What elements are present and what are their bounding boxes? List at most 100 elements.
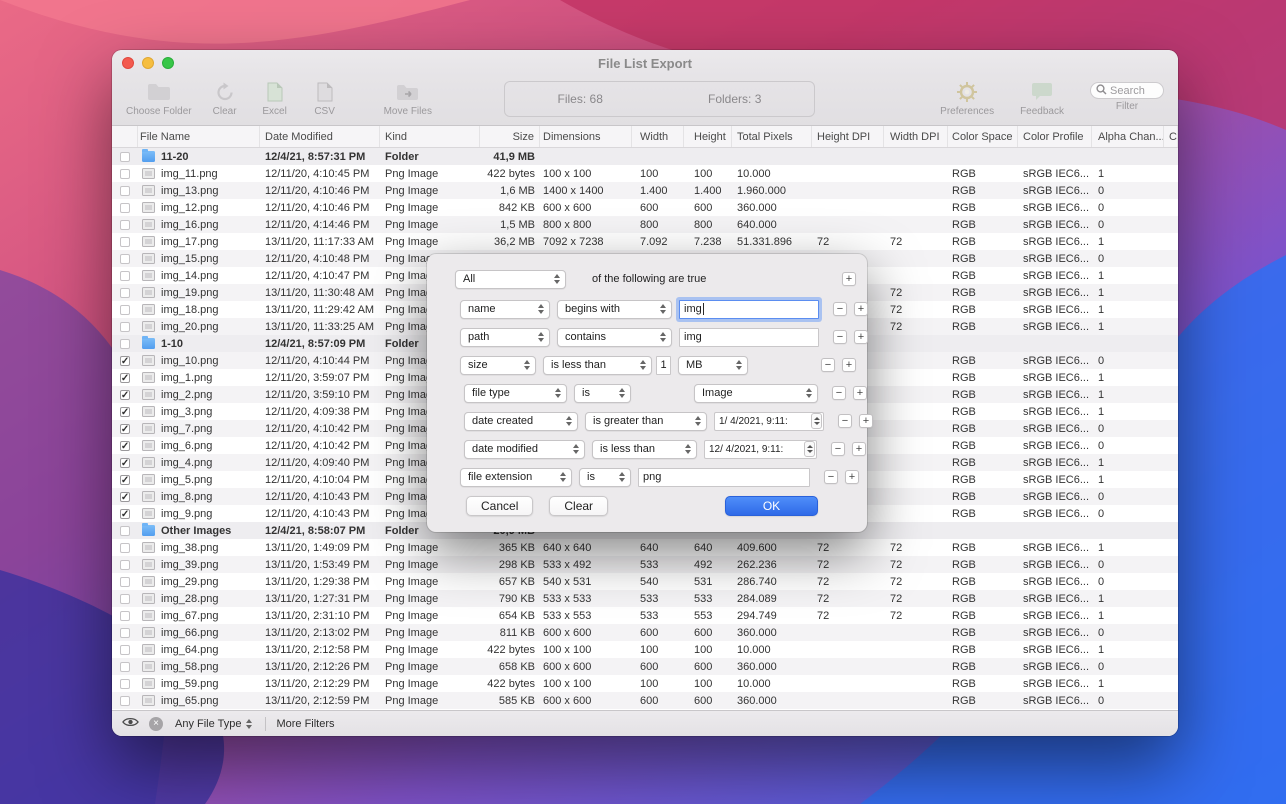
add-rule-button[interactable]: + [853, 386, 867, 400]
minimize-window-button[interactable] [142, 57, 154, 69]
value-input[interactable]: img [679, 300, 819, 319]
table-row[interactable]: img_38.png 13/11/20, 1:49:09 PM Png Imag… [112, 539, 1178, 556]
row-checkbox[interactable] [120, 305, 130, 315]
row-checkbox[interactable] [120, 645, 130, 655]
date-value-input[interactable]: 12/ 4/2021, 9:11: [704, 440, 817, 459]
add-rule-button[interactable]: + [852, 442, 866, 456]
row-checkbox[interactable] [120, 373, 130, 383]
column-header-total-pixels[interactable]: Total Pixels [732, 126, 812, 147]
table-row[interactable]: img_66.png 13/11/20, 2:13:02 PM Png Imag… [112, 624, 1178, 641]
table-row[interactable]: img_64.png 13/11/20, 2:12:58 PM Png Imag… [112, 641, 1178, 658]
field-dropdown[interactable]: file type [464, 384, 567, 403]
feedback-button[interactable]: Feedback [1020, 80, 1064, 117]
row-checkbox[interactable] [120, 339, 130, 349]
table-row[interactable]: img_67.png 13/11/20, 2:31:10 PM Png Imag… [112, 607, 1178, 624]
row-checkbox[interactable] [120, 220, 130, 230]
column-header-file-name[interactable]: File Name [138, 126, 260, 147]
row-checkbox[interactable] [120, 322, 130, 332]
row-checkbox[interactable] [120, 407, 130, 417]
clear-button[interactable]: Clear [208, 80, 242, 117]
row-checkbox[interactable] [120, 696, 130, 706]
row-checkbox[interactable] [120, 254, 130, 264]
operator-dropdown[interactable]: contains [557, 328, 672, 347]
row-checkbox[interactable] [120, 237, 130, 247]
field-dropdown[interactable]: size [460, 356, 536, 375]
row-checkbox[interactable] [120, 543, 130, 553]
row-checkbox[interactable] [120, 509, 130, 519]
csv-export-button[interactable]: CSV [308, 80, 342, 117]
row-checkbox[interactable] [120, 458, 130, 468]
choose-folder-button[interactable]: Choose Folder [126, 80, 192, 117]
close-window-button[interactable] [122, 57, 134, 69]
column-header-select[interactable] [112, 126, 138, 147]
value-input[interactable]: png [638, 468, 810, 487]
column-header-created[interactable]: Cr [1164, 126, 1178, 147]
column-header-date-modified[interactable]: Date Modified [260, 126, 380, 147]
row-checkbox[interactable] [120, 169, 130, 179]
field-dropdown[interactable]: date modified [464, 440, 585, 459]
field-dropdown[interactable]: file extension [460, 468, 572, 487]
row-checkbox[interactable] [120, 611, 130, 621]
row-checkbox[interactable] [120, 390, 130, 400]
table-row[interactable]: img_16.png 12/11/20, 4:14:46 PM Png Imag… [112, 216, 1178, 233]
remove-rule-button[interactable]: − [831, 442, 845, 456]
remove-rule-button[interactable]: − [832, 386, 846, 400]
field-dropdown[interactable]: name [460, 300, 550, 319]
operator-dropdown[interactable]: is less than [543, 356, 652, 375]
add-rule-button[interactable]: + [854, 302, 868, 316]
excel-export-button[interactable]: Excel [258, 80, 292, 117]
row-checkbox[interactable] [120, 560, 130, 570]
size-value-input[interactable]: 1 [656, 356, 671, 375]
file-type-value-dropdown[interactable]: Image [694, 384, 818, 403]
row-checkbox[interactable] [120, 152, 130, 162]
operator-dropdown[interactable]: begins with [557, 300, 672, 319]
file-type-filter-dropdown[interactable]: Any File Type [173, 718, 255, 730]
row-checkbox[interactable] [120, 577, 130, 587]
add-rule-button[interactable]: + [859, 414, 873, 428]
column-header-alpha-channel[interactable]: Alpha Chan... [1092, 126, 1164, 147]
row-checkbox[interactable] [120, 628, 130, 638]
value-input[interactable]: img [679, 328, 819, 347]
column-header-height[interactable]: Height [684, 126, 732, 147]
row-checkbox[interactable] [120, 203, 130, 213]
row-checkbox[interactable] [120, 288, 130, 298]
add-rule-button[interactable]: + [842, 358, 856, 372]
size-unit-dropdown[interactable]: MB [678, 356, 748, 375]
field-dropdown[interactable]: path [460, 328, 550, 347]
table-row[interactable]: 11-20 12/4/21, 8:57:31 PM Folder 41,9 MB [112, 148, 1178, 165]
column-header-color-space[interactable]: Color Space [948, 126, 1018, 147]
operator-dropdown[interactable]: is [579, 468, 631, 487]
table-row[interactable]: img_65.png 13/11/20, 2:12:59 PM Png Imag… [112, 692, 1178, 709]
date-value-input[interactable]: 1/ 4/2021, 9:11: [714, 412, 824, 431]
row-checkbox[interactable] [120, 679, 130, 689]
column-header-width[interactable]: Width [632, 126, 684, 147]
remove-rule-button[interactable]: − [824, 470, 838, 484]
table-row[interactable]: img_28.png 13/11/20, 1:27:31 PM Png Imag… [112, 590, 1178, 607]
ok-button[interactable]: OK [725, 496, 818, 516]
row-checkbox[interactable] [120, 271, 130, 281]
column-header-color-profile[interactable]: Color Profile [1018, 126, 1092, 147]
preferences-button[interactable]: Preferences [940, 80, 994, 117]
table-row[interactable]: img_12.png 12/11/20, 4:10:46 PM Png Imag… [112, 199, 1178, 216]
row-checkbox[interactable] [120, 662, 130, 672]
cancel-button[interactable]: Cancel [466, 496, 533, 516]
eye-icon[interactable] [122, 716, 139, 731]
remove-rule-button[interactable]: − [833, 330, 847, 344]
table-row[interactable]: img_39.png 13/11/20, 1:53:49 PM Png Imag… [112, 556, 1178, 573]
table-row[interactable]: img_29.png 13/11/20, 1:29:38 PM Png Imag… [112, 573, 1178, 590]
stepper-icon[interactable] [804, 441, 815, 457]
column-header-kind[interactable]: Kind [380, 126, 480, 147]
table-row[interactable]: img_59.png 13/11/20, 2:12:29 PM Png Imag… [112, 675, 1178, 692]
zoom-window-button[interactable] [162, 57, 174, 69]
row-checkbox[interactable] [120, 492, 130, 502]
row-checkbox[interactable] [120, 186, 130, 196]
table-row[interactable]: img_11.png 12/11/20, 4:10:45 PM Png Imag… [112, 165, 1178, 182]
match-type-dropdown[interactable]: All [455, 270, 566, 289]
field-dropdown[interactable]: date created [464, 412, 578, 431]
column-header-width-dpi[interactable]: Width DPI [884, 126, 948, 147]
remove-rule-button[interactable]: − [821, 358, 835, 372]
table-row[interactable]: img_58.png 13/11/20, 2:12:26 PM Png Imag… [112, 658, 1178, 675]
search-input[interactable]: Search [1090, 82, 1164, 99]
row-checkbox[interactable] [120, 594, 130, 604]
move-files-button[interactable]: Move Files [384, 80, 432, 117]
